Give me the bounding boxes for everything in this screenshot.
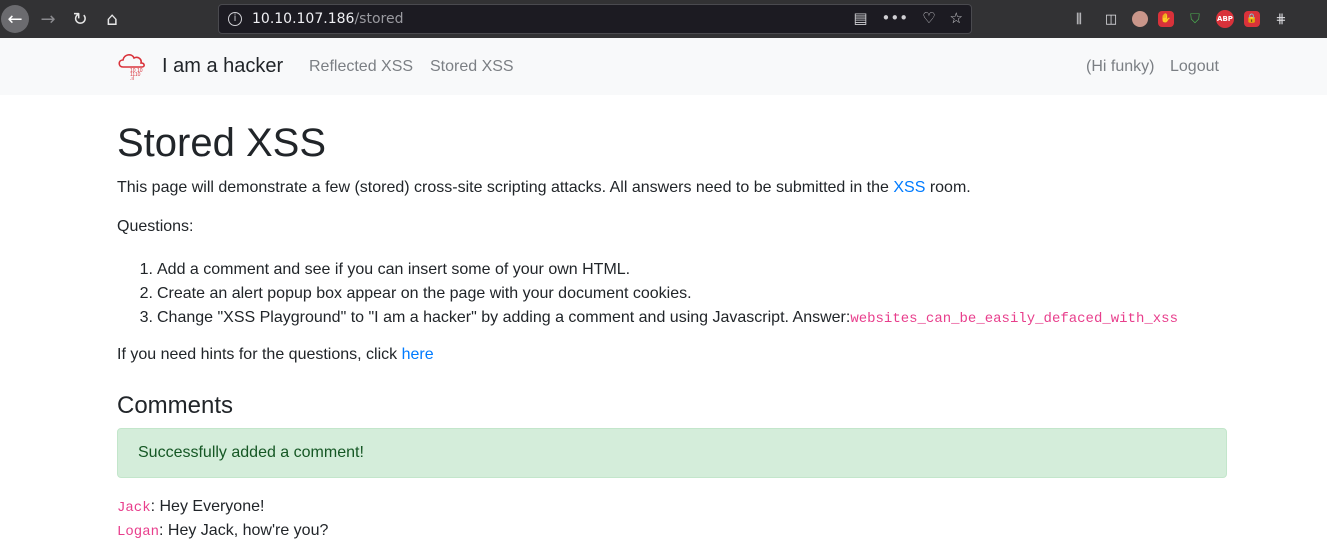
url-text[interactable]: 10.10.107.186/stored — [252, 11, 403, 27]
nav-user-greeting: (Hi funky) — [1086, 58, 1155, 75]
question-number: 1. — [139, 261, 153, 278]
comment-text: : Hey Everyone! — [150, 498, 265, 515]
page-actions-icon[interactable]: ••• — [882, 9, 909, 27]
svg-text:.ıl: .ıl — [130, 76, 134, 81]
reload-icon[interactable]: ↻ — [66, 5, 94, 33]
shield-extension-icon[interactable]: ⛉ — [1184, 8, 1206, 30]
url-path: /stored — [354, 11, 404, 27]
list-item: 1. Add a comment and see if you can inse… — [117, 258, 1178, 282]
url-host: 10.10.107.186 — [252, 11, 355, 27]
intro-text-before: This page will demonstrate a few (stored… — [117, 179, 894, 196]
nav-link-stored-xss[interactable]: Stored XSS — [430, 58, 514, 76]
bookmark-star-icon[interactable]: ☆ — [950, 9, 963, 27]
adblock-plus-icon[interactable]: ABP — [1216, 10, 1234, 28]
nav-link-logout[interactable]: Logout — [1170, 58, 1219, 76]
account-avatar-icon[interactable] — [1132, 11, 1148, 27]
questions-label: Questions: — [117, 218, 194, 235]
intro-text-after: room. — [925, 179, 971, 196]
hints-text: If you need hints for the questions, cli… — [117, 346, 402, 363]
brand-name[interactable]: I am a hacker — [162, 55, 283, 78]
home-icon[interactable]: ⌂ — [98, 5, 126, 33]
pocket-icon[interactable]: ♡ — [922, 9, 935, 27]
question-text: Add a comment and see if you can insert … — [157, 261, 631, 278]
hints-paragraph: If you need hints for the questions, cli… — [117, 346, 434, 364]
intro-paragraph: This page will demonstrate a few (stored… — [117, 178, 971, 198]
questions-list: 1. Add a comment and see if you can inse… — [117, 258, 1178, 331]
lock-extension-icon[interactable]: 🔒 — [1244, 11, 1260, 27]
forward-arrow-icon[interactable]: → — [34, 5, 62, 33]
xss-room-link[interactable]: XSS — [893, 179, 925, 196]
question-text: Create an alert popup box appear on the … — [157, 285, 692, 302]
comment-author: Logan — [117, 524, 160, 540]
library-icon[interactable]: ⫼ — [1068, 8, 1090, 30]
hints-link[interactable]: here — [402, 346, 434, 363]
reader-view-icon[interactable]: ▤ — [853, 9, 867, 27]
back-arrow-icon[interactable]: ← — [1, 5, 29, 33]
block-extension-icon[interactable]: ✋ — [1158, 11, 1174, 27]
info-icon[interactable]: i — [228, 12, 242, 26]
page-title: Stored XSS — [117, 121, 327, 165]
success-alert: Successfully added a comment! — [117, 428, 1227, 478]
question-number: 2. — [139, 285, 153, 302]
comments-heading: Comments — [117, 392, 234, 419]
nav-link-reflected-xss[interactable]: Reflected XSS — [309, 58, 413, 76]
comment-text: : Hey Jack, how're you? — [159, 522, 329, 539]
list-item: 3. Change "XSS Playground" to "I am a ha… — [117, 306, 1178, 331]
fence-extension-icon[interactable]: ⋕ — [1270, 8, 1292, 30]
sidebar-icon[interactable]: ◫ — [1100, 8, 1122, 30]
comment-item: Logan: Hey Jack, how're you? — [117, 522, 328, 540]
url-bar[interactable]: i 10.10.107.186/stored ▤ ••• ♡ ☆ — [218, 4, 972, 34]
answer-code: websites_can_be_easily_defaced_with_xss — [850, 311, 1178, 327]
question-number: 3. — [139, 309, 153, 326]
question-text: Change "XSS Playground" to "I am a hacke… — [157, 309, 851, 326]
list-item: 2. Create an alert popup box appear on t… — [117, 282, 1178, 306]
comment-author: Jack — [117, 500, 151, 516]
browser-toolbar: ← → ↻ ⌂ i 10.10.107.186/stored ▤ ••• ♡ ☆… — [0, 0, 1327, 38]
site-navbar: 10 10 1110 .ıl I am a hacker Reflected X… — [0, 38, 1327, 95]
cloud-logo-icon[interactable]: 10 10 1110 .ıl — [116, 51, 148, 81]
comment-item: Jack: Hey Everyone! — [117, 498, 264, 516]
